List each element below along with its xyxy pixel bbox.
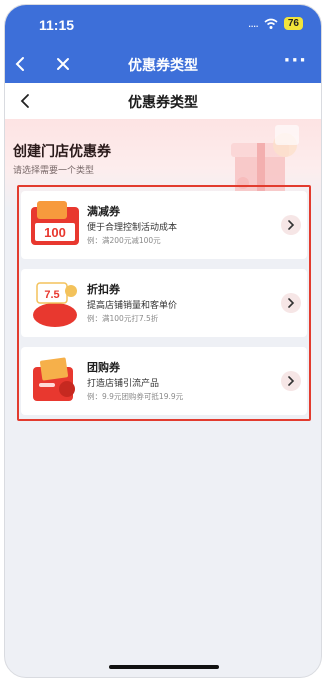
nav-title: 优惠券类型 bbox=[128, 58, 198, 74]
status-time: 11:15 bbox=[39, 17, 75, 33]
coupon-example: 例：9.9元团购券可抵19.9元 bbox=[87, 392, 184, 401]
discount-coupon-icon: 7.5 bbox=[33, 282, 77, 327]
coupon-title: 满减券 bbox=[87, 205, 120, 218]
status-bar: 11:15 .... 76 bbox=[5, 5, 321, 45]
more-icon[interactable]: ··· bbox=[283, 50, 307, 71]
signal-icon: .... bbox=[247, 17, 259, 30]
chevron-right-icon[interactable] bbox=[281, 293, 301, 313]
coupon-badge-text: 7.5 bbox=[44, 289, 59, 301]
phone-screen: 11:15 .... 76 优惠券类型 ··· 优惠券类型 创建门店优惠券 请选… bbox=[4, 4, 322, 678]
chevron-right-icon[interactable] bbox=[281, 371, 301, 391]
page-title: 优惠券类型 bbox=[128, 95, 198, 111]
battery-level: 76 bbox=[283, 17, 303, 30]
coupon-desc: 便于合理控制活动成本 bbox=[87, 223, 178, 233]
banner-title: 创建门店优惠券 bbox=[13, 144, 111, 160]
coupon-title: 团购券 bbox=[87, 361, 120, 374]
page-header: 优惠券类型 bbox=[5, 83, 321, 119]
chevron-right-icon[interactable] bbox=[281, 215, 301, 235]
nav-bar: 优惠券类型 ··· bbox=[5, 45, 321, 83]
full-reduction-coupon-icon: 100 bbox=[31, 201, 79, 245]
home-indicator[interactable] bbox=[109, 665, 219, 669]
coupon-badge-text: 100 bbox=[44, 225, 66, 240]
status-indicators: .... 76 bbox=[248, 17, 303, 30]
coupon-title: 折扣券 bbox=[87, 283, 120, 296]
coupon-type-list: 100 满减券 便于合理控制活动成本 例：满200元减100元 7.5 折扣券 … bbox=[21, 191, 307, 425]
coupon-card-group-buy[interactable]: 团购券 打造店铺引流产品 例：9.9元团购券可抵19.9元 bbox=[21, 347, 307, 415]
coupon-card-full-reduction[interactable]: 100 满减券 便于合理控制活动成本 例：满200元减100元 bbox=[21, 191, 307, 259]
coupon-desc: 提高店铺销量和客单价 bbox=[87, 301, 178, 311]
coupon-example: 例：满100元打7.5折 bbox=[87, 314, 159, 323]
coupon-card-discount[interactable]: 7.5 折扣券 提高店铺销量和客单价 例：满100元打7.5折 bbox=[21, 269, 307, 337]
coupon-example: 例：满200元减100元 bbox=[87, 236, 161, 245]
banner-subtitle: 请选择需要一个类型 bbox=[13, 166, 95, 176]
wifi-icon bbox=[264, 18, 278, 29]
coupon-desc: 打造店铺引流产品 bbox=[87, 379, 160, 389]
group-buy-coupon-icon bbox=[33, 357, 75, 401]
